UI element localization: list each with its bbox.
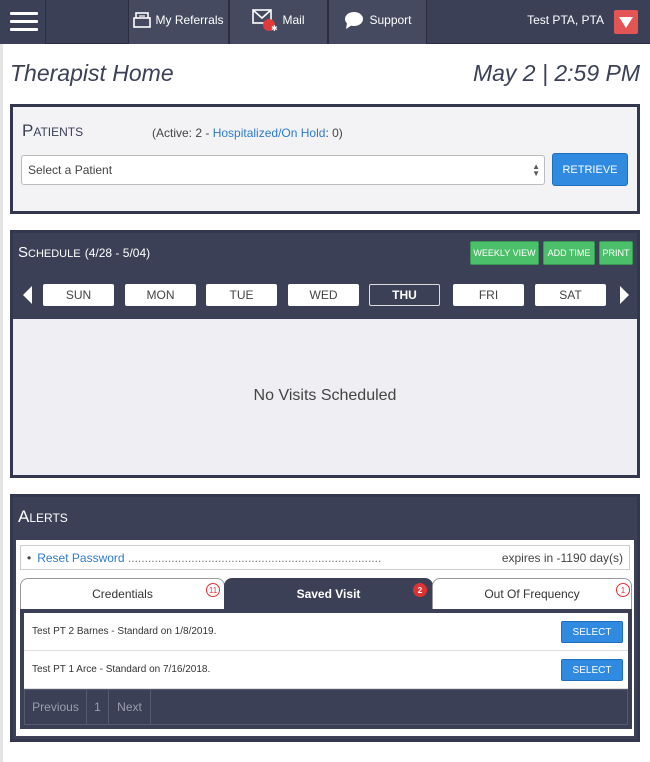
alerts-panel: Alerts • Reset Password .................… <box>10 494 640 742</box>
alerts-body: • Reset Password ........................… <box>16 540 634 736</box>
support-icon <box>345 12 364 29</box>
active-count: (Active: 2 - <box>152 126 210 140</box>
day-mon[interactable]: MON <box>125 284 196 306</box>
table-row: Test PT 1 Arce - Standard on 7/16/2018. … <box>24 651 628 689</box>
hospitalized-link[interactable]: Hospitalized/On Hold <box>213 126 326 140</box>
table-row: Test PT 2 Barnes - Standard on 1/8/2019.… <box>24 613 628 651</box>
previous-page-button[interactable]: Previous <box>25 690 87 724</box>
top-navbar: My Referrals ✱ Mail Support Test PTA, PT… <box>0 0 650 44</box>
alerts-title: Alerts <box>18 507 68 526</box>
page-title: Therapist Home <box>10 60 174 86</box>
nav-support[interactable]: Support <box>328 0 427 44</box>
nav-label: Mail <box>282 13 305 27</box>
schedule-title-text: Schedule <box>18 244 81 261</box>
alert-status: expires in -1190 day(s) <box>499 551 623 565</box>
bullet-icon: • <box>27 551 32 565</box>
day-wed[interactable]: WED <box>288 284 359 306</box>
weekly-view-button[interactable]: WEEKLY VIEW <box>470 241 539 265</box>
pagination: Previous 1 Next <box>24 689 628 725</box>
next-week-arrow-icon[interactable] <box>620 286 629 304</box>
add-time-button[interactable]: ADD TIME <box>543 241 595 265</box>
print-button[interactable]: PRINT <box>599 241 633 265</box>
patients-counts: (Active: 2 - Hospitalized/On Hold: 0) <box>152 126 343 140</box>
current-datetime: May 2 | 2:59 PM <box>472 60 640 86</box>
patient-select[interactable]: Select a Patient ▲ ▼ <box>21 155 545 185</box>
day-sun[interactable]: SUN <box>43 284 114 306</box>
nav-label: Support <box>369 13 412 27</box>
select-arrows-icon: ▲ ▼ <box>532 162 540 178</box>
tab-badge: 11 <box>206 583 220 597</box>
mail-alert-badge: ✱ <box>271 24 278 33</box>
patient-select-value: Select a Patient <box>28 163 113 177</box>
next-page-button[interactable]: Next <box>109 690 151 724</box>
patients-title: Patients <box>22 121 84 140</box>
hamburger-menu-icon[interactable] <box>0 0 46 44</box>
hospitalized-count: : 0) <box>325 126 343 140</box>
leader-dots: ........................................… <box>127 551 382 565</box>
schedule-title: Schedule (4/28 - 5/04) <box>18 244 150 261</box>
tab-badge: 1 <box>616 583 630 597</box>
nav-my-referrals[interactable]: My Referrals <box>128 0 229 44</box>
saved-visit-list: Test PT 2 Barnes - Standard on 1/8/2019.… <box>20 609 632 729</box>
schedule-panel: Schedule (4/28 - 5/04) WEEKLY VIEW ADD T… <box>10 230 640 478</box>
schedule-range: (4/28 - 5/04) <box>84 246 151 260</box>
nav-label: My Referrals <box>155 13 224 27</box>
retrieve-button[interactable]: RETRIEVE <box>552 153 628 186</box>
tab-saved-visit[interactable]: Saved Visit 2 <box>224 578 433 609</box>
schedule-body: No Visits Scheduled <box>13 319 637 475</box>
empty-message: No Visits Scheduled <box>253 387 397 404</box>
page-number[interactable]: 1 <box>87 690 109 724</box>
reset-password-link[interactable]: Reset Password <box>37 551 124 565</box>
day-sat[interactable]: SAT <box>535 284 606 306</box>
patients-panel: Patients (Active: 2 - Hospitalized/On Ho… <box>10 104 640 214</box>
tab-out-of-frequency[interactable]: Out Of Frequency 1 <box>432 578 632 609</box>
previous-week-arrow-icon[interactable] <box>23 286 32 304</box>
user-name[interactable]: Test PTA, PTA <box>527 13 604 27</box>
nav-mail[interactable]: ✱ Mail <box>229 0 328 44</box>
tab-label: Saved Visit <box>296 587 361 601</box>
tab-credentials[interactable]: Credentials 11 <box>20 578 225 609</box>
side-strip <box>0 44 3 762</box>
day-fri[interactable]: FRI <box>453 284 524 306</box>
select-button[interactable]: SELECT <box>561 621 623 643</box>
visit-description: Test PT 2 Barnes - Standard on 1/8/2019. <box>32 626 217 637</box>
day-tue[interactable]: TUE <box>206 284 277 306</box>
user-menu-caret-icon[interactable] <box>614 10 638 34</box>
tab-label: Out Of Frequency <box>484 587 580 601</box>
referrals-icon <box>133 12 152 28</box>
tab-label: Credentials <box>92 587 153 601</box>
day-thu[interactable]: THU <box>369 284 440 306</box>
visit-description: Test PT 1 Arce - Standard on 7/16/2018. <box>32 664 211 675</box>
alert-item: • Reset Password ........................… <box>20 545 630 570</box>
tab-badge: 2 <box>413 583 427 597</box>
select-button[interactable]: SELECT <box>561 659 623 681</box>
